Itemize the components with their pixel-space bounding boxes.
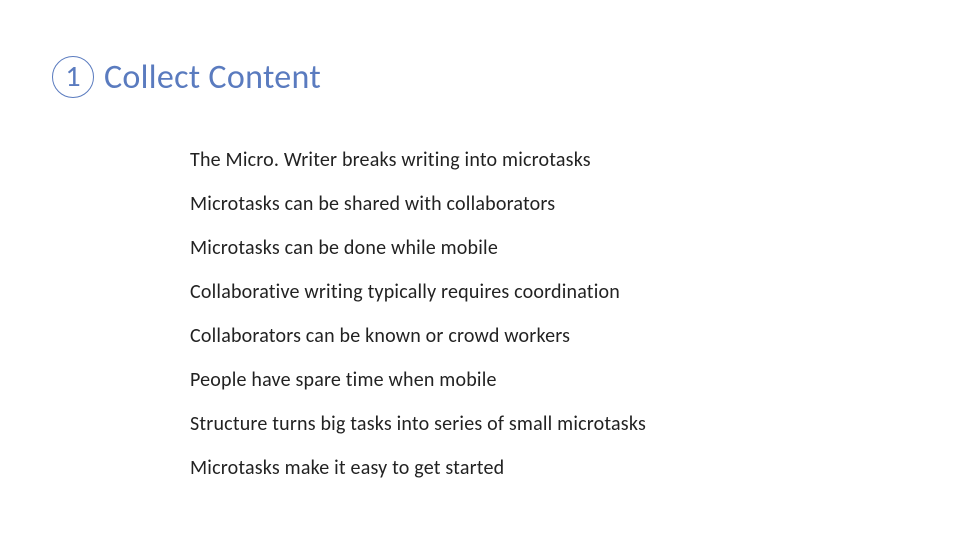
- list-item: Microtasks can be done while mobile: [190, 236, 646, 260]
- list-item: Microtasks make it easy to get started: [190, 456, 646, 480]
- slide-title: Collect Content: [104, 57, 321, 98]
- list-item: People have spare time when mobile: [190, 368, 646, 392]
- step-number-badge: 1: [52, 56, 94, 98]
- slide-header: 1 Collect Content: [52, 56, 321, 98]
- list-item: Collaborators can be known or crowd work…: [190, 324, 646, 348]
- list-item: Microtasks can be shared with collaborat…: [190, 192, 646, 216]
- step-number-text: 1: [65, 62, 80, 92]
- list-item: The Micro. Writer breaks writing into mi…: [190, 148, 646, 172]
- list-item: Structure turns big tasks into series of…: [190, 412, 646, 436]
- list-item: Collaborative writing typically requires…: [190, 280, 646, 304]
- content-list: The Micro. Writer breaks writing into mi…: [190, 148, 646, 480]
